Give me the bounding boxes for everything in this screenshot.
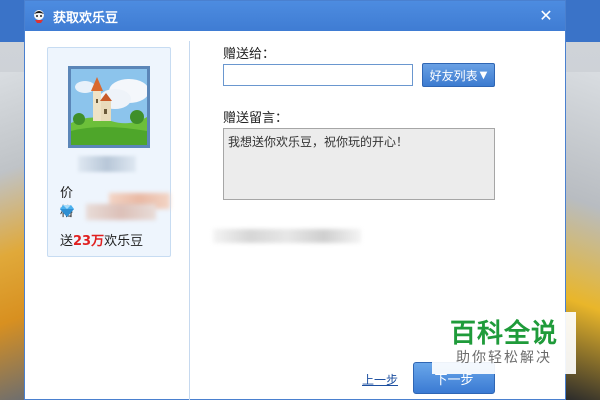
castle-landscape-image: [68, 66, 150, 148]
recipient-label: 赠送给：: [223, 47, 276, 62]
dialog-title: 获取欢乐豆: [53, 10, 119, 26]
prev-step-link[interactable]: 上一步: [362, 371, 398, 388]
game-logo-icon: [34, 10, 44, 23]
send-suffix: 欢乐豆: [104, 234, 144, 249]
panel-divider: [189, 41, 190, 400]
diamond-row: [60, 204, 156, 220]
diamond-icon: [60, 205, 76, 219]
send-prefix: 送: [60, 234, 74, 249]
close-icon: ✕: [539, 6, 553, 25]
diamond-value-redacted: [86, 204, 156, 220]
caret-down-icon: ▼: [479, 69, 488, 81]
watermark-title: 百科全说: [449, 319, 558, 349]
friend-list-label: 好友列表: [429, 68, 478, 83]
gift-name-redacted: [78, 156, 136, 172]
send-amount: 23万: [73, 234, 105, 249]
watermark-subtitle: 助你轻松解决: [456, 350, 552, 366]
dialog-titlebar[interactable]: 获取欢乐豆 ✕: [25, 1, 565, 31]
gift-image-art: [71, 69, 147, 145]
background-left-edge: [0, 72, 24, 400]
gift-info-panel: 价 格 送23万欢乐豆: [47, 47, 171, 257]
send-amount-row: 送23万欢乐豆: [60, 230, 143, 249]
message-textarea[interactable]: 我想送你欢乐豆，祝你玩的开心！: [223, 128, 495, 200]
hint-text-redacted: [213, 229, 361, 243]
friend-list-button[interactable]: 好友列表 ▼: [422, 63, 495, 87]
message-label: 赠送留言：: [223, 111, 289, 126]
close-button[interactable]: ✕: [537, 7, 555, 25]
recipient-input[interactable]: [223, 64, 413, 86]
watermark: 百科全说 助你轻松解决: [432, 312, 576, 374]
